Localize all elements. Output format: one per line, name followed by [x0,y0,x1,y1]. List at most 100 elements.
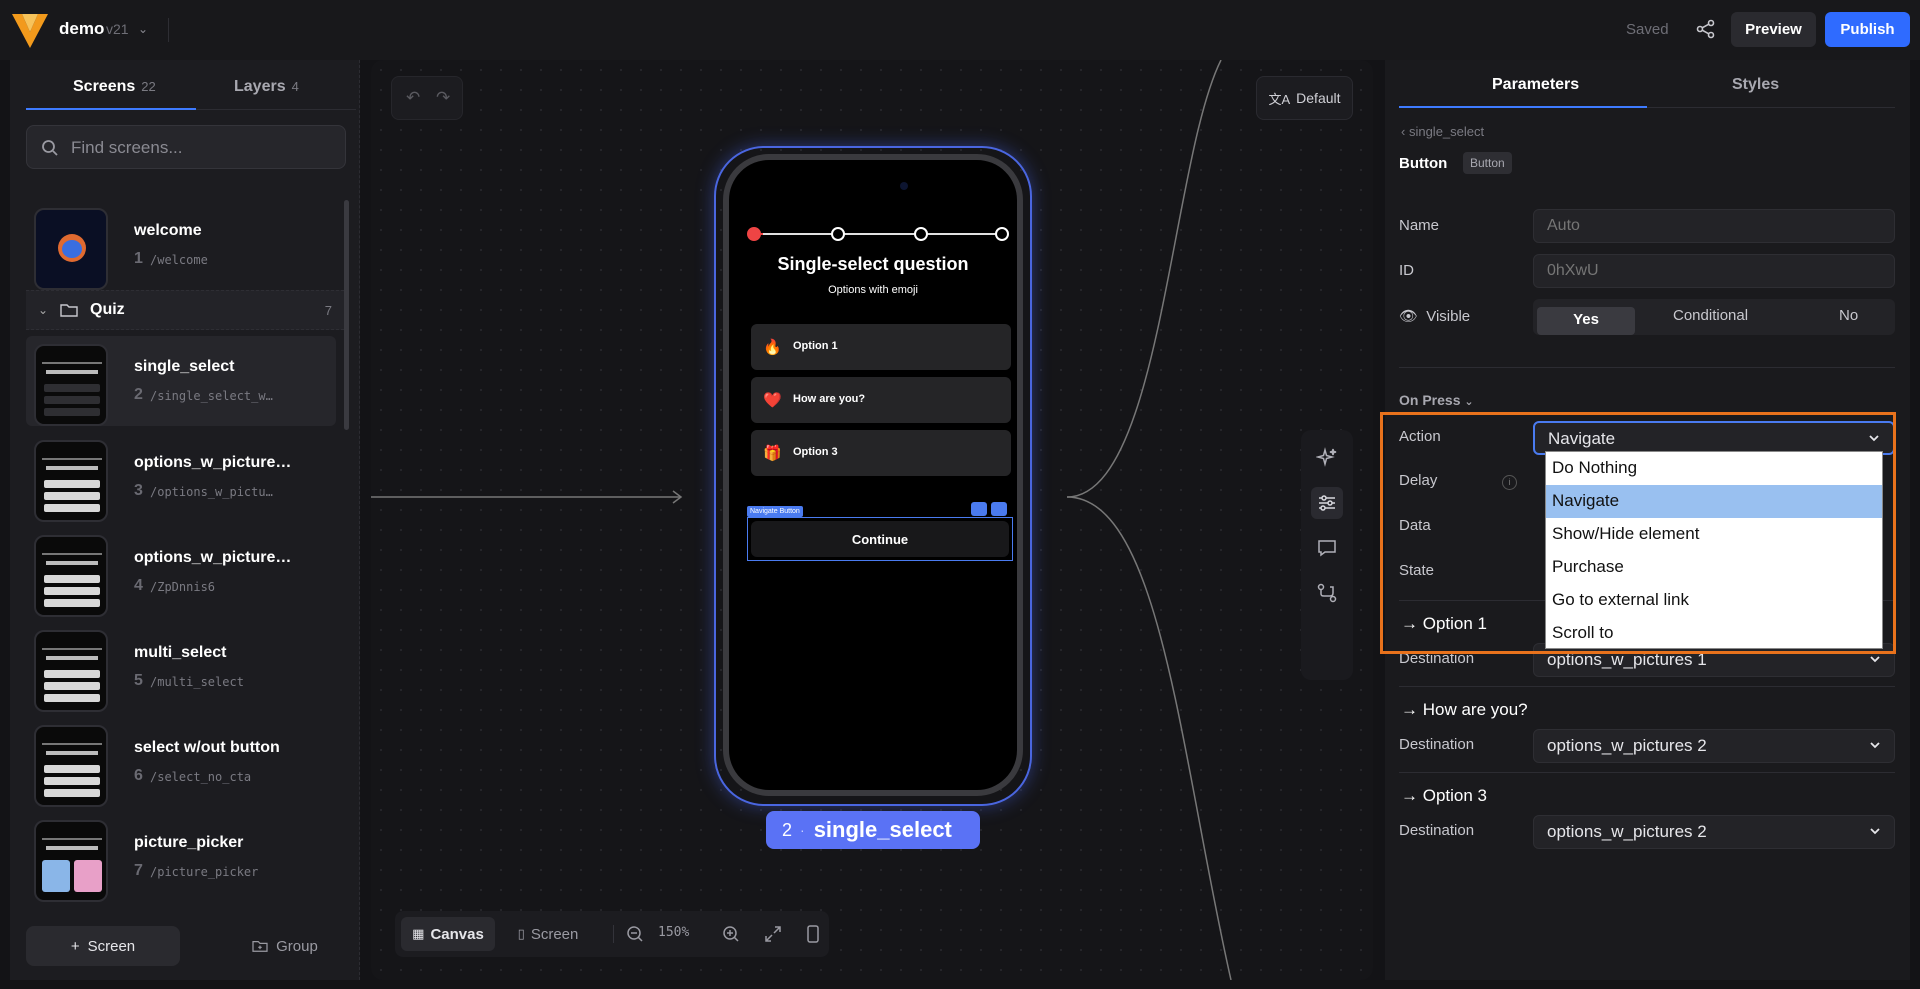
id-field[interactable] [1533,254,1895,288]
screen-thumbnail [34,208,108,290]
zoom-out-icon[interactable] [625,924,645,944]
zoom-in-icon[interactable] [721,924,741,944]
sliders-icon[interactable] [1311,487,1343,519]
chevron-down-icon: ⌄ [1464,396,1474,408]
dropdown-option-scroll-to[interactable]: Scroll to [1546,617,1882,650]
flow-icon[interactable] [1311,577,1343,609]
screen-path: /welcome [150,253,208,267]
eye-icon: 👁 [1399,308,1419,325]
element-type-badge: Button [1463,152,1512,174]
dropdown-option-navigate[interactable]: Navigate [1546,485,1882,518]
device-icon[interactable] [803,924,823,944]
progress-step [995,227,1009,241]
phone-preview[interactable]: Single-select question Options with emoj… [723,154,1023,796]
sparkle-icon[interactable] [1311,442,1343,474]
on-press-toggle[interactable]: On Press ⌄ [1399,392,1474,408]
list-item[interactable]: welcome 1 /welcome [26,200,336,290]
screen-path: /select_no_cta [150,770,252,784]
screen-mode-button[interactable]: ▯ Screen [503,917,593,951]
dropdown-option-do-nothing[interactable]: Do Nothing [1546,452,1882,485]
project-name[interactable]: demo [59,19,104,39]
visible-yes-option[interactable]: Yes [1537,307,1635,335]
language-label: Default [1296,90,1341,106]
properties-tabs: Parameters Styles [1399,60,1895,108]
chevron-down-icon [1870,828,1880,835]
canvas-mode-button[interactable]: ▦ Canvas [401,917,495,951]
search-placeholder: Find screens... [71,138,183,157]
screen-label[interactable]: 2 · single_select [766,811,980,849]
list-item[interactable]: multi_select 5 /multi_select [26,622,336,712]
list-item[interactable]: single_select 2 /single_select_w… [26,336,336,426]
dropdown-option-external-link[interactable]: Go to external link [1546,584,1882,617]
group-name: Quiz [90,301,125,318]
screen-name: welcome [134,222,202,239]
trash-icon[interactable] [991,502,1007,516]
screen-thumbnail [34,344,108,426]
canvas-mode-label: Canvas [430,925,484,943]
visible-conditional-option[interactable]: Conditional [1673,307,1748,324]
progress-line [751,233,999,235]
canvas[interactable]: ↶ ↷ 文A Default Single-select question Op… [371,60,1373,980]
search-input[interactable]: Find screens... [26,125,346,169]
screen-number: 1 [134,250,143,267]
tab-parameters[interactable]: Parameters [1492,76,1579,94]
screen-thumbnail [34,440,108,522]
screen-number: 6 [134,767,143,784]
name-field[interactable] [1533,209,1895,243]
delay-label: Delay [1399,472,1438,489]
destination-label: Destination [1399,650,1475,667]
chevron-down-icon[interactable]: ⌄ [38,303,48,317]
breadcrumb[interactable]: ‹ single_select [1401,124,1484,139]
top-bar: demo v21 ⌄ Saved Preview Publish [0,0,1920,60]
translate-icon: 文A [1268,91,1291,107]
divider [1399,772,1895,773]
chevron-down-icon [1870,656,1880,663]
option-item[interactable]: 🎁 Option 3 [751,430,1011,476]
destination-select[interactable]: options_w_pictures 2 [1533,815,1895,849]
tab-screens[interactable]: Screens 22 [73,78,156,96]
copy-icon[interactable] [971,502,987,516]
preview-button[interactable]: Preview [1731,12,1816,47]
expand-icon[interactable] [763,924,783,944]
option-item[interactable]: 🔥 Option 1 [751,324,1011,370]
option-item[interactable]: ❤️ How are you? [751,377,1011,423]
folder-icon [60,304,78,317]
redo-icon[interactable]: ↷ [436,88,450,108]
active-tab-indicator [26,108,196,110]
scrollbar-thumb[interactable] [344,200,349,430]
add-screen-button[interactable]: + Screen [26,926,180,966]
action-select-value: Navigate [1548,429,1616,448]
list-item[interactable]: options_w_picture… 4 /ZpDnnis6 [26,527,336,617]
share-icon[interactable] [1694,17,1718,41]
fire-icon: 🔥 [763,339,782,356]
dropdown-option-show-hide[interactable]: Show/Hide element [1546,518,1882,551]
dropdown-option-purchase[interactable]: Purchase [1546,551,1882,584]
tab-layers[interactable]: Layers 4 [234,78,299,96]
language-button[interactable]: 文A Default [1256,76,1353,120]
side-toolbar [1301,430,1353,680]
app-logo[interactable] [10,8,50,52]
chevron-down-icon[interactable]: ⌄ [138,22,152,36]
visible-no-option[interactable]: No [1839,307,1858,324]
list-item[interactable]: select w/out button 6 /select_no_cta [26,717,336,807]
undo-icon[interactable]: ↶ [406,88,420,108]
divider [168,18,169,42]
info-icon[interactable]: i [1502,475,1517,490]
scrollbar[interactable] [344,190,349,910]
option-label: Option 3 [793,446,838,458]
add-group-button[interactable]: Group [230,926,340,966]
screen-number: 4 [134,577,143,594]
continue-button[interactable]: Continue [751,521,1009,557]
destination-select[interactable]: options_w_pictures 2 [1533,729,1895,763]
tab-styles[interactable]: Styles [1732,76,1779,94]
comment-icon[interactable] [1311,532,1343,564]
screen-name: single_select [134,358,235,375]
list-item[interactable]: picture_picker 7 /picture_picker [26,812,336,902]
list-item[interactable]: options_w_picture… 3 /options_w_pictu… [26,432,336,522]
element-name: Button [1399,155,1448,172]
group-row-quiz[interactable]: ⌄ Quiz 7 [26,290,344,330]
destination-label: Destination [1399,736,1475,753]
continue-button-selection[interactable]: Continue [747,517,1013,561]
publish-button[interactable]: Publish [1825,12,1910,47]
action-select[interactable]: Navigate [1533,421,1895,455]
